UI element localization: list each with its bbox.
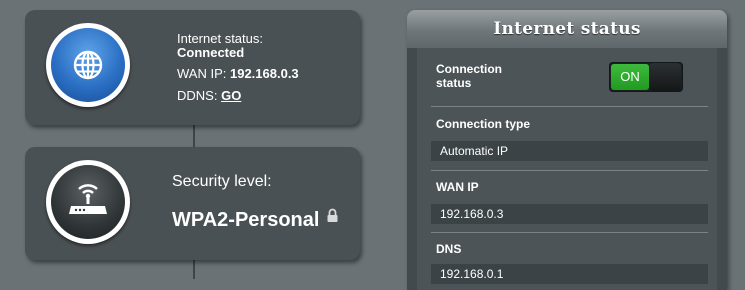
connection-status-label: Connection status bbox=[436, 62, 502, 90]
wan-ip-panel-label: WAN IP bbox=[436, 180, 479, 194]
wan-ip-label: WAN IP: bbox=[177, 66, 227, 81]
wan-ip-summary: WAN IP: 192.168.0.3 bbox=[177, 66, 299, 81]
security-level-label: Security level: bbox=[172, 173, 272, 190]
wan-ip-value: 192.168.0.3 bbox=[229, 66, 299, 81]
connection-toggle[interactable]: ON bbox=[609, 62, 683, 92]
dns-field: 192.168.0.1 bbox=[431, 264, 708, 284]
security-level-value: WPA2-Personal bbox=[172, 209, 320, 231]
lock-icon bbox=[327, 208, 338, 222]
ddns-summary: DDNS: GO bbox=[177, 88, 241, 103]
separator bbox=[431, 106, 708, 107]
router-icon[interactable] bbox=[46, 160, 130, 244]
toggle-on-label: ON bbox=[611, 64, 649, 90]
internet-status-value: Connected bbox=[177, 45, 245, 60]
connection-type-label: Connection type bbox=[436, 117, 531, 131]
panel-title: Internet status bbox=[407, 10, 727, 48]
wan-ip-field: 192.168.0.3 bbox=[431, 204, 708, 224]
toggle-knob[interactable] bbox=[649, 63, 681, 91]
ddns-go-link[interactable]: GO bbox=[221, 88, 241, 103]
router-glyph bbox=[69, 184, 107, 214]
connector-line bbox=[193, 125, 195, 147]
connector-line bbox=[193, 260, 195, 279]
globe-glyph bbox=[73, 50, 103, 80]
separator bbox=[431, 170, 708, 171]
dns-label: DNS bbox=[436, 242, 462, 256]
connection-type-field: Automatic IP bbox=[431, 141, 708, 161]
ddns-label: DDNS: bbox=[177, 88, 218, 103]
internet-status-label: Internet status: bbox=[177, 31, 263, 46]
globe-icon[interactable] bbox=[46, 23, 130, 107]
separator bbox=[431, 232, 708, 233]
